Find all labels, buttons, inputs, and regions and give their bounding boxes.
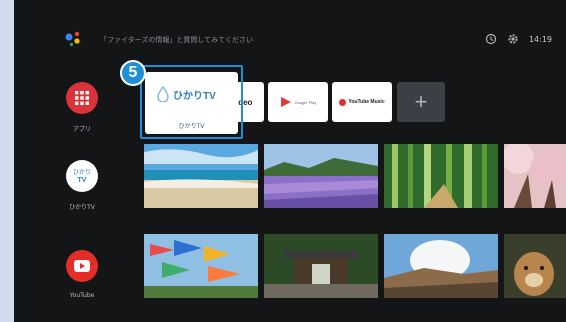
- apps-grid-icon: [66, 82, 98, 114]
- sidebar-item-apps[interactable]: アプリ: [54, 82, 110, 133]
- content-thumbnail-lavender[interactable]: [264, 144, 378, 208]
- app-tile-google-play-movies[interactable]: Google Play: [268, 82, 328, 122]
- add-app-button[interactable]: +: [397, 82, 445, 122]
- top-bar: 「ファイターズの情報」と質問してみてください 14:19: [14, 0, 566, 64]
- tv-home-screen: 「ファイターズの情報」と質問してみてください 14:19 アプリ ひかり TV …: [14, 0, 566, 322]
- svg-text:TV: TV: [78, 177, 87, 184]
- app-tile-youtube-music[interactable]: YouTube Music: [332, 82, 392, 122]
- content-thumbnail-bamboo[interactable]: [384, 144, 498, 208]
- clock: 14:19: [528, 34, 552, 44]
- focus-highlight: [140, 65, 243, 139]
- plus-icon: +: [414, 89, 428, 114]
- content-thumbnail-cherry-blossom[interactable]: [504, 144, 566, 208]
- sidebar-item-label: ひかりTV: [69, 204, 95, 211]
- svg-text:ひかり: ひかり: [73, 169, 91, 176]
- sidebar-item-hikari-tv[interactable]: ひかり TV ひかりTV: [54, 160, 110, 211]
- play-triangle-icon: [280, 97, 291, 107]
- youtube-music-icon: [339, 98, 347, 106]
- google-assistant-icon[interactable]: [64, 29, 86, 51]
- sidebar-item-youtube[interactable]: YouTube: [54, 250, 110, 299]
- step-number-badge: 5: [120, 60, 146, 86]
- content-thumbnail-volcano[interactable]: [384, 234, 498, 298]
- hikari-tv-icon: ひかり TV: [66, 160, 98, 192]
- content-thumbnail-puppy[interactable]: [504, 234, 566, 298]
- sidebar-item-label: YouTube: [69, 292, 95, 299]
- youtube-icon: [66, 250, 98, 282]
- content-thumbnail-beach[interactable]: [144, 144, 258, 208]
- sidebar-item-label: アプリ: [72, 126, 91, 133]
- status-area: 14:19: [485, 33, 552, 45]
- search-hint[interactable]: 「ファイターズの情報」と質問してみてください: [100, 35, 253, 45]
- content-thumbnail-koinobori[interactable]: [144, 234, 258, 298]
- input-source-icon[interactable]: [485, 33, 497, 45]
- content-thumbnail-temple-gate[interactable]: [264, 234, 378, 298]
- settings-gear-icon[interactable]: [507, 33, 519, 45]
